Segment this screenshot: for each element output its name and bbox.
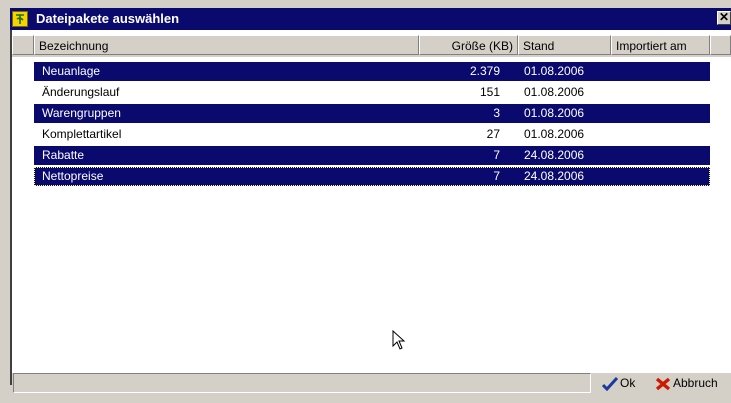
- header-filler: [710, 35, 731, 55]
- list-header: Bezeichnung Größe (KB) Stand Importiert …: [12, 35, 731, 57]
- column-header-date[interactable]: Stand: [518, 35, 611, 55]
- column-header-size[interactable]: Größe (KB): [419, 35, 518, 55]
- item-date: 01.08.2006: [524, 127, 585, 141]
- column-header-imported[interactable]: Importiert am: [611, 35, 710, 55]
- item-name: Änderungslauf: [42, 85, 120, 99]
- list-item[interactable]: Nettopreise 7 24.08.2006: [34, 167, 710, 186]
- cancel-label: Abbruch: [673, 376, 718, 390]
- item-date: 01.08.2006: [524, 64, 585, 78]
- item-name: Komplettartikel: [42, 127, 122, 141]
- list-item[interactable]: Komplettartikel 27 01.08.2006: [34, 125, 710, 144]
- header-spacer: [12, 35, 34, 55]
- cross-icon: [655, 377, 671, 391]
- list-item[interactable]: Warengruppen 3 01.08.2006: [34, 104, 710, 123]
- list-item[interactable]: Neuanlage 2.379 01.08.2006: [34, 62, 710, 81]
- mouse-pointer-icon: [392, 330, 406, 350]
- item-name: Rabatte: [42, 148, 85, 162]
- item-date: 24.08.2006: [524, 148, 585, 162]
- column-header-name[interactable]: Bezeichnung: [34, 35, 419, 55]
- list-item[interactable]: Änderungslauf 151 01.08.2006: [34, 83, 710, 102]
- app-icon: [12, 11, 28, 27]
- item-name: Nettopreise: [42, 169, 104, 183]
- status-bar: Ok Abbruch: [12, 373, 731, 403]
- item-name: Neuanlage: [42, 64, 101, 78]
- window-title: Dateipakete auswählen: [36, 11, 180, 26]
- ok-label: Ok: [620, 376, 636, 390]
- item-name: Warengruppen: [42, 106, 121, 120]
- cancel-button[interactable]: Abbruch: [655, 372, 718, 394]
- item-size: 3: [493, 106, 500, 120]
- item-size: 151: [479, 85, 500, 99]
- item-size: 27: [486, 127, 500, 141]
- check-icon: [601, 376, 619, 392]
- title-bar: Dateipakete auswählen ✕: [10, 8, 731, 30]
- item-date: 01.08.2006: [524, 85, 585, 99]
- item-size: 7: [493, 169, 500, 183]
- item-date: 01.08.2006: [524, 106, 585, 120]
- file-package-list[interactable]: Bezeichnung Größe (KB) Stand Importiert …: [12, 30, 731, 373]
- list-item[interactable]: Rabatte 7 24.08.2006: [34, 146, 710, 165]
- item-size: 2.379: [469, 64, 500, 78]
- item-size: 7: [493, 148, 500, 162]
- ok-button[interactable]: Ok: [601, 372, 636, 394]
- close-icon[interactable]: ✕: [717, 11, 731, 25]
- item-date: 24.08.2006: [524, 169, 585, 183]
- status-field: [13, 373, 591, 393]
